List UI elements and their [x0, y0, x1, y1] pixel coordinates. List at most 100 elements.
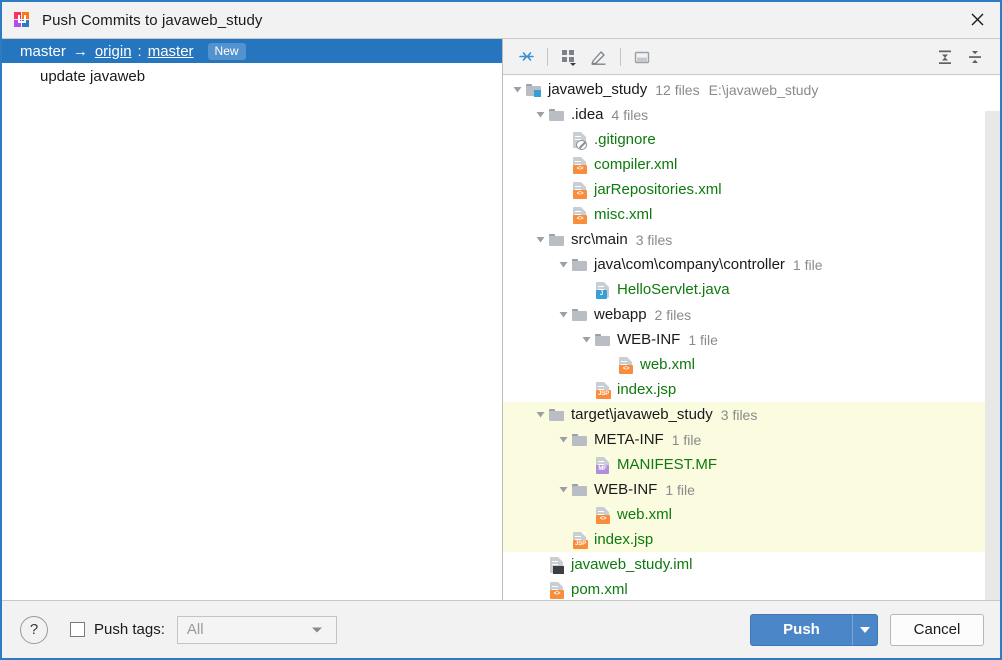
tree-row-file[interactable]: .gitignore: [503, 127, 1000, 152]
tree-row-file[interactable]: <> misc.xml: [503, 202, 1000, 227]
collapse-selection-icon[interactable]: [511, 44, 541, 70]
tree-row-file[interactable]: <> web.xml: [503, 502, 1000, 527]
tree-row-directory[interactable]: java\com\company\controller 1 file: [503, 252, 1000, 277]
window-title: Push Commits to javaweb_study: [42, 11, 263, 29]
tree-row-file[interactable]: <> compiler.xml: [503, 152, 1000, 177]
file-count: 1 file: [665, 481, 695, 498]
folder-icon: [571, 306, 589, 324]
tree-row-file[interactable]: javaweb_study.iml: [503, 552, 1000, 577]
push-tags-select[interactable]: All: [176, 615, 337, 644]
tree-row-file[interactable]: JSP index.jsp: [503, 377, 1000, 402]
expand-arrow-icon[interactable]: [555, 434, 571, 445]
edit-icon[interactable]: [584, 44, 614, 70]
folder-icon: [594, 331, 612, 349]
directory-name: META-INF: [594, 431, 664, 448]
gitignore-file-icon: [571, 131, 589, 150]
expand-arrow-icon[interactable]: [578, 334, 594, 345]
file-tree-scroll-area: javaweb_study 12 files E:\javaweb_study .id…: [503, 75, 1000, 600]
commit-message: update javaweb: [40, 67, 146, 85]
file-count: 1 file: [688, 331, 718, 348]
file-name: HelloServlet.java: [617, 281, 730, 298]
tree-row-file[interactable]: <> pom.xml: [503, 577, 1000, 600]
expand-arrow-icon[interactable]: [555, 484, 571, 495]
branch-arrow-icon: →: [72, 42, 88, 60]
preview-pane-icon[interactable]: [627, 44, 657, 70]
remote-branch-link[interactable]: master: [148, 44, 194, 59]
folder-icon: [571, 256, 589, 274]
tree-row-directory[interactable]: .idea 4 files: [503, 102, 1000, 127]
file-count: 1 file: [671, 431, 702, 448]
push-dropdown-button[interactable]: [852, 613, 878, 646]
commits-panel: master → origin : master New update java…: [2, 39, 503, 600]
files-toolbar: [503, 39, 1000, 75]
file-count: 1 file: [792, 256, 823, 273]
expand-arrow-icon[interactable]: [509, 84, 525, 95]
tree-row-file[interactable]: <> jarRepositories.xml: [503, 177, 1000, 202]
file-name: jarRepositories.xml: [594, 181, 722, 198]
directory-name: WEB-INF: [594, 481, 658, 498]
branch-row[interactable]: master → origin : master New: [2, 39, 502, 63]
xml-file-icon: <>: [571, 156, 589, 174]
tree-row-directory[interactable]: META-INF 1 file: [503, 427, 1000, 452]
cancel-button[interactable]: Cancel: [890, 613, 984, 646]
expand-arrow-icon[interactable]: [555, 309, 571, 320]
expand-all-icon[interactable]: [930, 44, 960, 70]
manifest-file-icon: MF: [594, 456, 612, 474]
branch-colon: :: [137, 42, 142, 60]
expand-arrow-icon[interactable]: [532, 109, 548, 120]
close-icon[interactable]: [954, 2, 1000, 36]
jsp-file-icon: JSP: [594, 381, 612, 399]
tree-row-directory[interactable]: javaweb_study 12 files E:\javaweb_study: [503, 77, 1000, 102]
xml-file-icon: <>: [594, 506, 612, 524]
directory-name: .idea: [571, 106, 604, 123]
folder-icon: [548, 106, 566, 124]
tree-row-file[interactable]: MF MANIFEST.MF: [503, 452, 1000, 477]
tree-row-directory[interactable]: src\main 3 files: [503, 227, 1000, 252]
chevron-down-icon: [311, 627, 322, 632]
file-count: 3 files: [720, 406, 758, 423]
directory-name: target\javaweb_study: [571, 406, 713, 423]
group-by-icon[interactable]: [554, 44, 584, 70]
tree-row-file[interactable]: J HelloServlet.java: [503, 277, 1000, 302]
commit-row[interactable]: update javaweb: [2, 63, 502, 89]
help-button[interactable]: ?: [20, 615, 48, 644]
expand-arrow-icon[interactable]: [532, 234, 548, 245]
dialog-body: master → origin : master New update java…: [2, 38, 1000, 600]
push-tags-label: Push tags:: [94, 621, 165, 638]
tree-row-directory[interactable]: webapp 2 files: [503, 302, 1000, 327]
tree-row-directory[interactable]: target\javaweb_study 3 files: [503, 402, 1000, 427]
file-tree: javaweb_study 12 files E:\javaweb_study .id…: [503, 75, 1000, 600]
xml-file-icon: <>: [571, 181, 589, 199]
title-bar: Push Commits to javaweb_study: [2, 2, 1000, 38]
file-name: compiler.xml: [594, 156, 678, 173]
folder-icon: [571, 481, 589, 499]
directory-name: javaweb_study: [548, 81, 648, 98]
directory-name: webapp: [594, 306, 647, 323]
tree-row-directory[interactable]: WEB-INF 1 file: [503, 477, 1000, 502]
push-tags-checkbox[interactable]: [70, 622, 85, 637]
expand-arrow-icon[interactable]: [532, 409, 548, 420]
expand-arrow-icon[interactable]: [555, 259, 571, 270]
vertical-scrollbar[interactable]: [985, 111, 1000, 600]
files-panel: javaweb_study 12 files E:\javaweb_study .id…: [503, 39, 1000, 600]
file-count: 2 files: [654, 306, 692, 323]
local-branch-label: master: [20, 42, 66, 60]
folder-icon: [571, 431, 589, 449]
push-button[interactable]: Push: [750, 613, 852, 646]
tree-row-file[interactable]: JSP index.jsp: [503, 527, 1000, 552]
chevron-down-icon: [860, 626, 870, 633]
push-tags-value: All: [186, 621, 204, 638]
directory-name: src\main: [571, 231, 628, 248]
directory-name: java\com\company\controller: [594, 256, 785, 273]
file-name: MANIFEST.MF: [617, 456, 717, 473]
remote-name-link[interactable]: origin: [95, 44, 132, 59]
tree-row-directory[interactable]: WEB-INF 1 file: [503, 327, 1000, 352]
file-name: pom.xml: [571, 581, 628, 598]
file-name: web.xml: [617, 506, 673, 523]
tree-row-file[interactable]: <> web.xml: [503, 352, 1000, 377]
collapse-all-icon[interactable]: [960, 44, 990, 70]
push-tags-group: Push tags: All: [70, 615, 337, 644]
folder-icon: [548, 231, 566, 249]
iml-file-icon: [548, 556, 566, 574]
xml-file-icon: <>: [617, 356, 635, 374]
